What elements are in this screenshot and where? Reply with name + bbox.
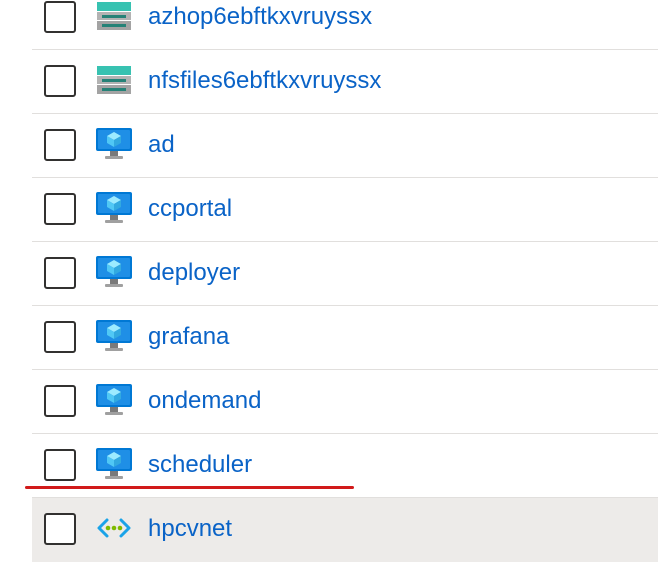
list-item: deployer — [32, 242, 658, 306]
virtual-network-icon — [96, 510, 132, 546]
virtual-machine-icon — [96, 254, 132, 290]
resource-name-link[interactable]: ccportal — [148, 194, 232, 224]
resource-name-link[interactable]: hpcvnet — [148, 514, 232, 544]
resource-name-link[interactable]: grafana — [148, 322, 229, 352]
row-checkbox[interactable] — [44, 65, 76, 97]
list-item: ccportal — [32, 178, 658, 242]
resource-name-link[interactable]: nfsfiles6ebftkxvruyssx — [148, 66, 381, 96]
row-checkbox[interactable] — [44, 257, 76, 289]
list-item: ondemand — [32, 370, 658, 434]
row-checkbox[interactable] — [44, 321, 76, 353]
row-checkbox[interactable] — [44, 129, 76, 161]
storage-account-icon — [96, 0, 132, 34]
list-item: hpcvnet — [32, 498, 658, 562]
virtual-machine-icon — [96, 126, 132, 162]
list-item: nfsfiles6ebftkxvruyssx — [32, 50, 658, 114]
resource-name-link[interactable]: ad — [148, 130, 175, 160]
resource-name-link[interactable]: ondemand — [148, 386, 261, 416]
row-checkbox[interactable] — [44, 1, 76, 33]
resource-name-link[interactable]: deployer — [148, 258, 240, 288]
list-item: azhop6ebftkxvruyssx — [32, 0, 658, 50]
row-checkbox[interactable] — [44, 449, 76, 481]
resource-list: azhop6ebftkxvruyssx nfsfiles6ebftkxvruys… — [32, 0, 658, 562]
resource-name-link[interactable]: azhop6ebftkxvruyssx — [148, 2, 372, 32]
row-checkbox[interactable] — [44, 385, 76, 417]
row-checkbox[interactable] — [44, 193, 76, 225]
virtual-machine-icon — [96, 382, 132, 418]
virtual-machine-icon — [96, 318, 132, 354]
virtual-machine-icon — [96, 190, 132, 226]
resource-name-link[interactable]: scheduler — [148, 450, 252, 480]
list-item: ad — [32, 114, 658, 178]
highlight-underline — [25, 486, 354, 489]
row-checkbox[interactable] — [44, 513, 76, 545]
list-item: grafana — [32, 306, 658, 370]
virtual-machine-icon — [96, 446, 132, 482]
storage-account-icon — [96, 62, 132, 98]
